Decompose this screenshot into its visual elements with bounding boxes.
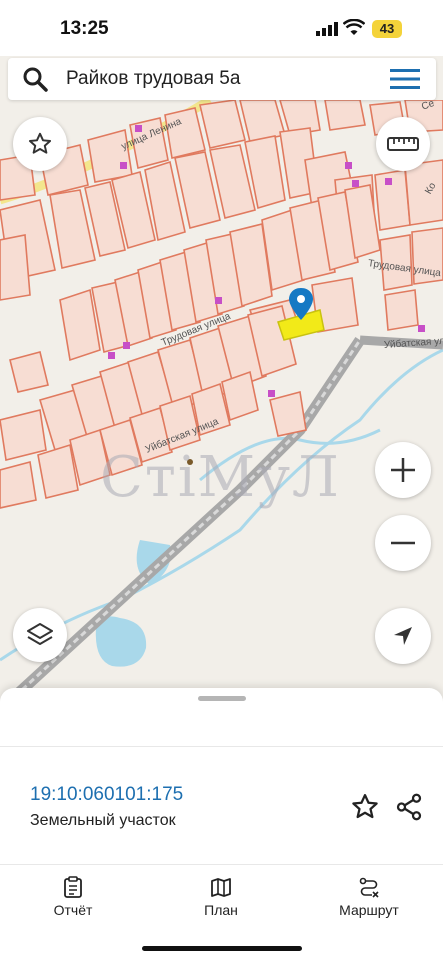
my-location-button[interactable] [375,608,431,664]
map-icon [211,878,231,897]
search-bar[interactable]: Райков трудовая 5а [8,58,436,100]
home-indicator[interactable] [142,946,302,951]
battery-indicator: 43 [372,20,402,38]
star-outline-icon [28,132,52,154]
search-icon[interactable] [22,66,48,92]
layers-button[interactable] [13,608,67,662]
tab-report-label: Отчёт [53,902,93,918]
share-icon[interactable] [394,792,424,822]
plus-icon [391,458,415,482]
star-icon[interactable] [350,792,380,822]
status-time: 13:25 [60,18,109,39]
divider [0,864,443,865]
search-input[interactable]: Райков трудовая 5а [66,68,240,90]
minus-icon [391,541,415,545]
favorite-map-button[interactable] [13,117,67,171]
divider [0,746,443,747]
menu-icon[interactable] [390,68,420,90]
zoom-in-button[interactable] [375,442,431,498]
cadastral-map[interactable]: улица Ленина Трудовая улица Трудовая ули… [0,100,443,700]
navigation-arrow-icon [394,627,412,645]
sheet-drag-handle[interactable] [198,696,246,701]
status-bar: 13:25 43 [0,0,443,56]
watermark-logo: СтiМуЛ [100,445,341,510]
zoom-out-button[interactable] [375,515,431,571]
tab-route[interactable]: Маршрут [314,876,424,918]
tab-report[interactable]: Отчёт [18,876,128,918]
tab-plan[interactable]: План [166,876,276,918]
route-icon [359,877,379,898]
layers-icon [27,623,53,645]
cellular-signal-icon [316,22,338,36]
wifi-icon [343,19,365,35]
clipboard-icon [64,876,82,898]
map-canvas[interactable] [0,100,443,700]
parcel-info-sheet[interactable]: 19:10:060101:175 Земельный участок Отчёт… [0,688,443,960]
ruler-button[interactable] [376,117,430,171]
tab-route-label: Маршрут [339,902,399,918]
tab-plan-label: План [204,902,238,918]
parcel-cadastral-number[interactable]: 19:10:060101:175 [30,784,183,806]
parcel-type-label: Земельный участок [30,812,176,829]
ruler-icon [387,137,419,151]
